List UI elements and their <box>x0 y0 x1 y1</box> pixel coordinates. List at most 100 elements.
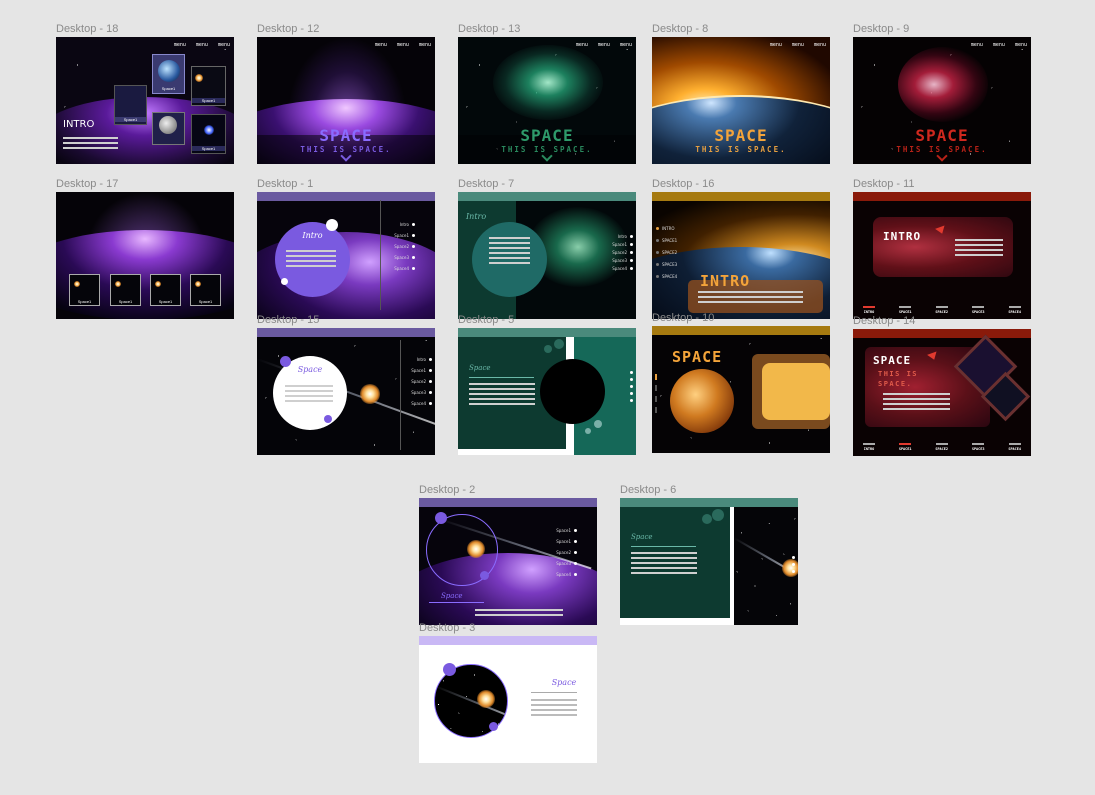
nav-item[interactable]: SPACE3 <box>656 262 677 267</box>
space-script-title: Space <box>469 364 491 372</box>
menu-link[interactable]: menu <box>196 42 208 48</box>
menu-link[interactable]: menu <box>174 42 186 48</box>
frame-desktop-1[interactable]: Intro Intro Space1 Space2 Space3 Space4 <box>257 192 435 319</box>
tab-item[interactable]: SPACE3 <box>972 443 985 451</box>
tab-item[interactable]: SPACE1 <box>899 443 912 451</box>
tab-item[interactable]: SPACE2 <box>935 443 948 451</box>
nav-item[interactable]: Space1 <box>556 539 577 544</box>
card-star[interactable]: Space1 <box>191 114 226 154</box>
top-bar <box>458 192 636 201</box>
nav-item[interactable]: Space1 <box>556 528 577 533</box>
nav-item[interactable]: Intro <box>411 357 432 362</box>
frame-desktop-3[interactable]: Space <box>419 636 597 763</box>
nav-dot[interactable] <box>630 371 633 374</box>
nav-dot[interactable] <box>792 563 795 566</box>
nav-dot[interactable] <box>630 378 633 381</box>
frame-desktop-12[interactable]: menu menu menu SPACE THIS IS SPACE. <box>257 37 435 164</box>
nav-dot[interactable] <box>630 392 633 395</box>
menu-link[interactable]: menu <box>1015 42 1027 48</box>
nav-item[interactable]: Space2 <box>612 250 633 255</box>
menu-link[interactable]: menu <box>971 42 983 48</box>
tab-item[interactable]: SPACE2 <box>935 306 948 314</box>
nav-dot[interactable] <box>655 407 657 413</box>
frame-desktop-17[interactable]: Space1 Space1 Space1 Space1 <box>56 192 234 319</box>
top-bar <box>853 329 1031 338</box>
nav-item[interactable]: Space3 <box>411 390 432 395</box>
nav-dot[interactable] <box>655 385 657 391</box>
card-earth[interactable]: Space1 <box>152 54 185 94</box>
frame-desktop-5[interactable]: Space <box>458 328 636 455</box>
frame-desktop-11[interactable]: INTRO INTRO SPACE1 SPACE2 SPACE3 SPACE4 <box>853 192 1031 319</box>
menu-link[interactable]: menu <box>397 42 409 48</box>
nav-item[interactable]: Space3 <box>612 258 633 263</box>
text-placeholder <box>489 237 530 264</box>
frame-desktop-8[interactable]: menu menu menu SPACE THIS IS SPACE. <box>652 37 830 164</box>
tab-item[interactable]: SPACE4 <box>1008 443 1021 451</box>
menu-link[interactable]: menu <box>419 42 431 48</box>
nav-dot[interactable] <box>630 385 633 388</box>
frame-desktop-10[interactable]: SPACE <box>652 326 830 453</box>
nav-item[interactable]: Space2 <box>411 379 432 384</box>
nav-item[interactable]: Intro <box>394 222 415 227</box>
space-subtitle: THIS IS SPACE. <box>878 370 919 388</box>
nav-dot[interactable] <box>630 399 633 402</box>
frame-desktop-14[interactable]: SPACE THIS IS SPACE. INTRO SPACE1 SPACE2… <box>853 329 1031 456</box>
menu-link[interactable]: menu <box>770 42 782 48</box>
nav-dot[interactable] <box>792 570 795 573</box>
nav-dot[interactable] <box>655 396 657 402</box>
nav-item[interactable]: Space1 <box>612 242 633 247</box>
nav-item[interactable]: Intro <box>612 234 633 239</box>
frame-desktop-16[interactable]: INTRO SPACE1 SPACE2 SPACE3 SPACE4 INTRO <box>652 192 830 319</box>
nav-item[interactable]: SPACE2 <box>656 250 677 255</box>
nav-item[interactable]: Space2 <box>556 550 577 555</box>
thumb-card[interactable]: Space1 <box>69 274 100 306</box>
text-placeholder <box>883 393 950 410</box>
sun-image <box>195 74 203 82</box>
frame-desktop-9[interactable]: menu menu menu SPACE THIS IS SPACE. <box>853 37 1031 164</box>
tab-item[interactable]: SPACE4 <box>1008 306 1021 314</box>
tab-item[interactable]: SPACE1 <box>899 306 912 314</box>
intro-circle <box>472 222 547 297</box>
menu-link[interactable]: menu <box>620 42 632 48</box>
hero-subtitle: THIS IS SPACE. <box>695 145 787 154</box>
menu-link[interactable]: menu <box>598 42 610 48</box>
card-moon[interactable] <box>152 112 185 145</box>
card-comet[interactable]: Space1 <box>191 66 226 106</box>
menu-nav: menu menu menu <box>971 42 1027 48</box>
frame-desktop-18[interactable]: menu menu menu Space1 Space1 Space1 Spac… <box>56 37 234 164</box>
nav-item[interactable]: Space1 <box>411 368 432 373</box>
frame-desktop-15[interactable]: Space Intro Space1 Space2 Space3 Space4 <box>257 328 435 455</box>
frame-desktop-13[interactable]: menu menu menu SPACE THIS IS SPACE. <box>458 37 636 164</box>
menu-link[interactable]: menu <box>814 42 826 48</box>
orb-decoration <box>435 512 447 524</box>
frame-desktop-7[interactable]: Intro Intro Space1 Space2 Space3 Space4 <box>458 192 636 319</box>
tab-item[interactable]: INTRO <box>863 443 875 451</box>
thumb-card[interactable]: Space1 <box>150 274 181 306</box>
tab-item[interactable]: INTRO <box>863 306 875 314</box>
thumb-card[interactable]: Space1 <box>190 274 221 306</box>
menu-link[interactable]: menu <box>792 42 804 48</box>
menu-link[interactable]: menu <box>375 42 387 48</box>
nav-dot[interactable] <box>655 374 657 380</box>
card-nebula[interactable]: Space1 <box>114 85 147 125</box>
menu-link[interactable]: menu <box>218 42 230 48</box>
nav-dot[interactable] <box>792 556 795 559</box>
nav-item[interactable]: SPACE4 <box>656 274 677 279</box>
nav-item[interactable]: Space4 <box>612 266 633 271</box>
nav-item[interactable]: SPACE1 <box>656 238 677 243</box>
frame-desktop-6[interactable]: Space <box>620 498 798 625</box>
menu-link[interactable]: menu <box>993 42 1005 48</box>
nav-item[interactable]: Space1 <box>394 233 415 238</box>
nav-item[interactable]: Space2 <box>394 244 415 249</box>
nav-item[interactable]: INTRO <box>656 226 675 231</box>
frame-desktop-2[interactable]: Space Space1 Space1 Space2 Space3 Space4 <box>419 498 597 625</box>
thumb-card[interactable]: Space1 <box>110 274 141 306</box>
nav-item[interactable]: Space4 <box>411 401 432 406</box>
tab-item[interactable]: SPACE3 <box>972 306 985 314</box>
nav-item[interactable]: Space3 <box>394 255 415 260</box>
menu-link[interactable]: menu <box>576 42 588 48</box>
nav-item[interactable]: Space4 <box>394 266 415 271</box>
orb-decoration <box>585 428 591 434</box>
nav-item[interactable]: Space3 <box>556 561 577 566</box>
nav-item[interactable]: Space4 <box>556 572 577 577</box>
